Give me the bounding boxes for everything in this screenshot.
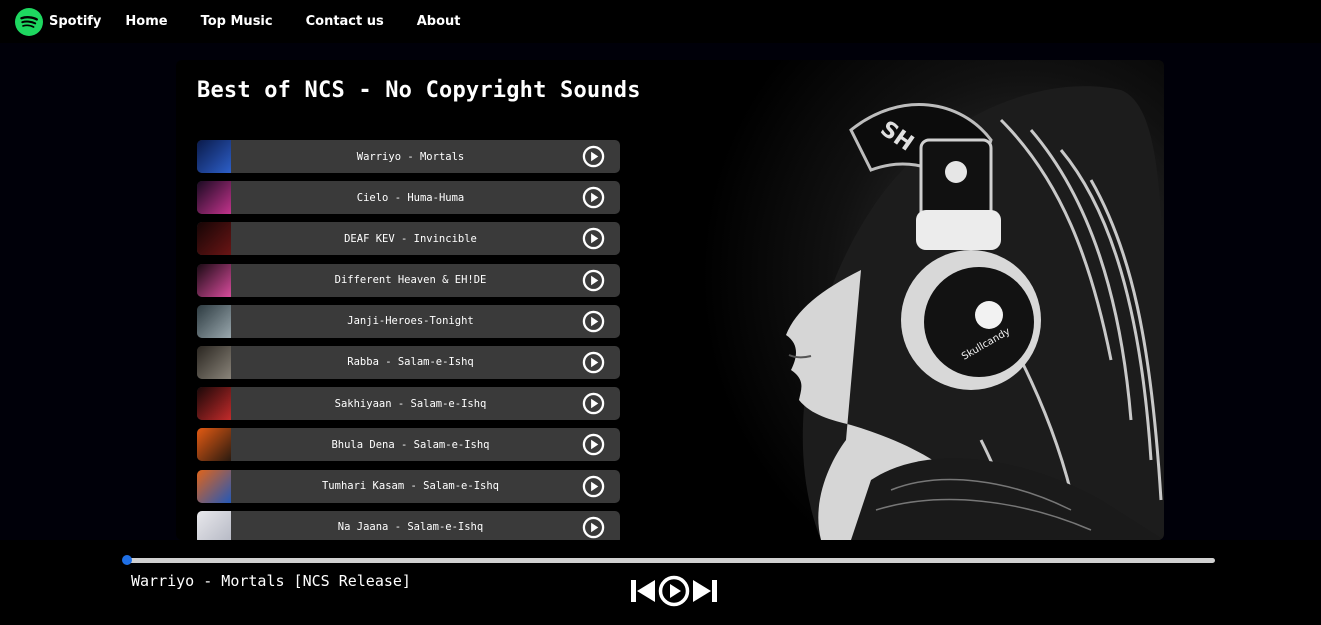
play-circle-icon[interactable] (582, 433, 605, 456)
nav-link-top-music[interactable]: Top Music (201, 14, 273, 29)
play-circle-icon[interactable] (658, 575, 690, 607)
progress-thumb[interactable] (122, 555, 132, 565)
song-cover-image (197, 469, 231, 503)
song-list: Warriyo - Mortals Cielo - Huma-Huma DEAF K… (197, 140, 620, 540)
play-circle-icon[interactable] (582, 392, 605, 415)
brand-name: Spotify (49, 14, 102, 29)
main-container: Best of NCS - No Copyright Sounds Warriy… (176, 60, 1164, 540)
play-circle-icon[interactable] (582, 351, 605, 374)
song-cover-image (197, 181, 231, 215)
now-playing-title: Warriyo - Mortals [NCS Release] (131, 572, 411, 590)
song-cover-image (197, 428, 231, 462)
song-item[interactable]: Sakhiyaan - Salam-e-Ishq (197, 387, 620, 421)
song-name: Sakhiyaan - Salam-e-Ishq (334, 397, 487, 410)
page-title: Best of NCS - No Copyright Sounds (197, 78, 641, 103)
play-circle-icon[interactable] (582, 145, 605, 168)
progress-bar[interactable] (122, 555, 1215, 565)
song-name: Warriyo - Mortals (356, 150, 465, 163)
song-name: Cielo - Huma-Huma (356, 191, 465, 204)
song-name: Different Heaven & EH!DE (334, 274, 487, 287)
song-item[interactable]: Rabba - Salam-e-Ishq (197, 345, 620, 379)
song-item[interactable]: Cielo - Huma-Huma (197, 181, 620, 215)
song-item[interactable]: Tumhari Kasam - Salam-e-Ishq (197, 469, 620, 503)
play-circle-icon[interactable] (582, 269, 605, 292)
headphones-girl-image: SH Skullcandy (701, 60, 1164, 540)
song-cover-image (197, 345, 231, 379)
song-cover-image (197, 140, 231, 173)
play-circle-icon[interactable] (582, 516, 605, 539)
spotify-logo-icon (15, 7, 43, 36)
player-controls (630, 575, 718, 607)
song-item[interactable]: Bhula Dena - Salam-e-Ishq (197, 428, 620, 462)
song-item[interactable]: Janji-Heroes-Tonight (197, 304, 620, 338)
play-circle-icon[interactable] (582, 475, 605, 498)
song-name: Bhula Dena - Salam-e-Ishq (331, 438, 490, 451)
song-name: DEAF KEV - Invincible (344, 232, 477, 245)
song-item[interactable]: Different Heaven & EH!DE (197, 263, 620, 297)
song-item[interactable]: DEAF KEV - Invincible (197, 222, 620, 256)
nav-link-home[interactable]: Home (125, 14, 167, 29)
song-cover-image (197, 510, 231, 540)
brand[interactable]: Spotify (15, 7, 102, 36)
skip-next-icon[interactable] (692, 578, 718, 604)
hero-image: SH Skullcandy (701, 60, 1164, 540)
song-cover-image (197, 387, 231, 421)
song-cover-image (197, 222, 231, 256)
song-cover-image (197, 263, 231, 297)
song-item[interactable]: Na Jaana - Salam-e-Ishq (197, 510, 620, 540)
song-name: Rabba - Salam-e-Ishq (347, 356, 474, 369)
nav-link-contact-us[interactable]: Contact us (306, 14, 384, 29)
nav-link-about[interactable]: About (417, 14, 461, 29)
song-name: Janji-Heroes-Tonight (347, 315, 474, 328)
song-name: Na Jaana - Salam-e-Ishq (337, 521, 484, 534)
skip-previous-icon[interactable] (630, 578, 656, 604)
play-circle-icon[interactable] (582, 227, 605, 250)
song-item[interactable]: Warriyo - Mortals (197, 140, 620, 173)
player-bar: Warriyo - Mortals [NCS Release] (0, 540, 1321, 625)
play-circle-icon[interactable] (582, 186, 605, 209)
song-cover-image (197, 304, 231, 338)
navbar: Spotify Home Top Music Contact us About (0, 0, 1321, 43)
play-circle-icon[interactable] (582, 310, 605, 333)
song-name: Tumhari Kasam - Salam-e-Ishq (321, 480, 499, 492)
nav-links: Home Top Music Contact us About (125, 14, 493, 29)
